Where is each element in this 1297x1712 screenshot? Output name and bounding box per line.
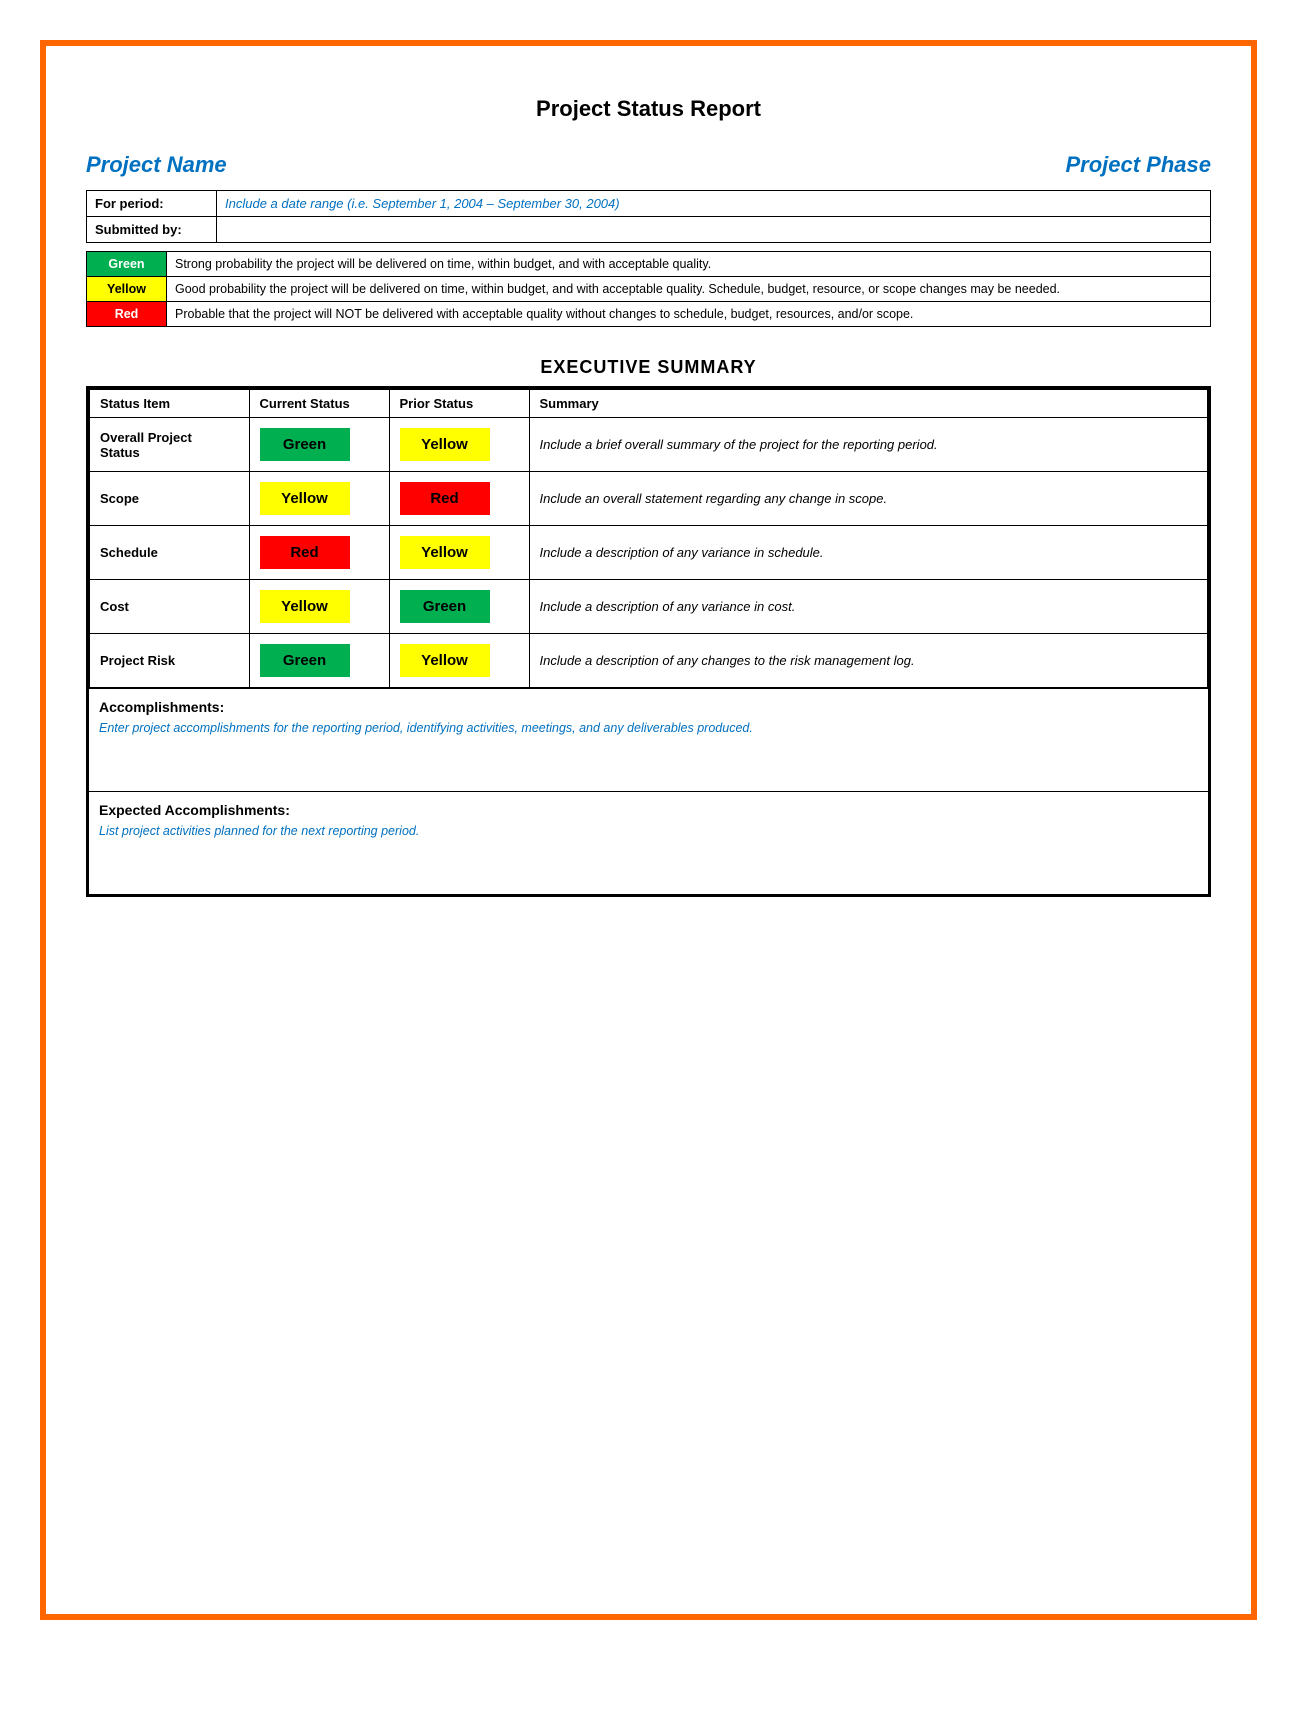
legend-yellow-description: Good probability the project will be del… xyxy=(167,277,1211,302)
executive-summary-title: EXECUTIVE SUMMARY xyxy=(86,357,1211,378)
legend-green-description: Strong probability the project will be d… xyxy=(167,252,1211,277)
prior-badge-4: Yellow xyxy=(400,644,490,677)
prior-status-2: Yellow xyxy=(389,526,529,580)
current-status-3: Yellow xyxy=(249,580,389,634)
executive-row-4: Project Risk Green Yellow Include a desc… xyxy=(89,634,1208,689)
prior-status-1: Red xyxy=(389,472,529,526)
executive-table-header: Status Item Current Status Prior Status … xyxy=(89,389,1208,418)
project-header-row: Project Name Project Phase xyxy=(86,152,1211,178)
expected-accomplishments-section: Expected Accomplishments: List project a… xyxy=(88,792,1209,895)
current-badge-4: Green xyxy=(260,644,350,677)
expected-accomplishments-text[interactable]: List project activities planned for the … xyxy=(99,824,1198,884)
outer-border: Project Status Report Project Name Proje… xyxy=(40,40,1257,1620)
current-badge-0: Green xyxy=(260,428,350,461)
accomplishments-text[interactable]: Enter project accomplishments for the re… xyxy=(99,721,1198,781)
legend-yellow-label: Yellow xyxy=(87,277,167,302)
executive-summary-table: Status Item Current Status Prior Status … xyxy=(88,388,1209,689)
for-period-row: For period: Include a date range (i.e. S… xyxy=(87,191,1211,217)
legend-row-red: Red Probable that the project will NOT b… xyxy=(87,302,1211,327)
prior-badge-0: Yellow xyxy=(400,428,490,461)
status-item-1: Scope xyxy=(89,472,249,526)
prior-badge-2: Yellow xyxy=(400,536,490,569)
submitted-by-label: Submitted by: xyxy=(87,217,217,243)
accomplishments-title: Accomplishments: xyxy=(99,699,1198,715)
current-status-1: Yellow xyxy=(249,472,389,526)
executive-row-3: Cost Yellow Green Include a description … xyxy=(89,580,1208,634)
legend-green-label: Green xyxy=(87,252,167,277)
current-badge-1: Yellow xyxy=(260,482,350,515)
status-item-0: Overall ProjectStatus xyxy=(89,418,249,472)
expected-accomplishments-title: Expected Accomplishments: xyxy=(99,802,1198,818)
project-phase-label: Project Phase xyxy=(1065,152,1211,178)
executive-row-2: Schedule Red Yellow Include a descriptio… xyxy=(89,526,1208,580)
status-item-4: Project Risk xyxy=(89,634,249,689)
summary-3: Include a description of any variance in… xyxy=(529,580,1208,634)
executive-row-1: Scope Yellow Red Include an overall stat… xyxy=(89,472,1208,526)
legend-table: Green Strong probability the project wil… xyxy=(86,251,1211,327)
summary-0: Include a brief overall summary of the p… xyxy=(529,418,1208,472)
col-status-item: Status Item xyxy=(89,389,249,418)
info-table: For period: Include a date range (i.e. S… xyxy=(86,190,1211,243)
submitted-by-row: Submitted by: xyxy=(87,217,1211,243)
col-current-status: Current Status xyxy=(249,389,389,418)
summary-2: Include a description of any variance in… xyxy=(529,526,1208,580)
for-period-value[interactable]: Include a date range (i.e. September 1, … xyxy=(217,191,1211,217)
prior-badge-3: Green xyxy=(400,590,490,623)
executive-row-0: Overall ProjectStatus Green Yellow Inclu… xyxy=(89,418,1208,472)
page-title: Project Status Report xyxy=(86,96,1211,122)
executive-summary-wrapper: Status Item Current Status Prior Status … xyxy=(86,386,1211,897)
for-period-label: For period: xyxy=(87,191,217,217)
current-badge-2: Red xyxy=(260,536,350,569)
legend-red-description: Probable that the project will NOT be de… xyxy=(167,302,1211,327)
col-summary: Summary xyxy=(529,389,1208,418)
status-item-3: Cost xyxy=(89,580,249,634)
submitted-by-value[interactable] xyxy=(217,217,1211,243)
legend-row-green: Green Strong probability the project wil… xyxy=(87,252,1211,277)
current-status-4: Green xyxy=(249,634,389,689)
project-name-label: Project Name xyxy=(86,152,227,178)
current-badge-3: Yellow xyxy=(260,590,350,623)
prior-status-3: Green xyxy=(389,580,529,634)
current-status-2: Red xyxy=(249,526,389,580)
status-item-2: Schedule xyxy=(89,526,249,580)
accomplishments-section: Accomplishments: Enter project accomplis… xyxy=(88,689,1209,792)
col-prior-status: Prior Status xyxy=(389,389,529,418)
prior-badge-1: Red xyxy=(400,482,490,515)
legend-row-yellow: Yellow Good probability the project will… xyxy=(87,277,1211,302)
summary-1: Include an overall statement regarding a… xyxy=(529,472,1208,526)
current-status-0: Green xyxy=(249,418,389,472)
prior-status-4: Yellow xyxy=(389,634,529,689)
legend-red-label: Red xyxy=(87,302,167,327)
summary-4: Include a description of any changes to … xyxy=(529,634,1208,689)
prior-status-0: Yellow xyxy=(389,418,529,472)
